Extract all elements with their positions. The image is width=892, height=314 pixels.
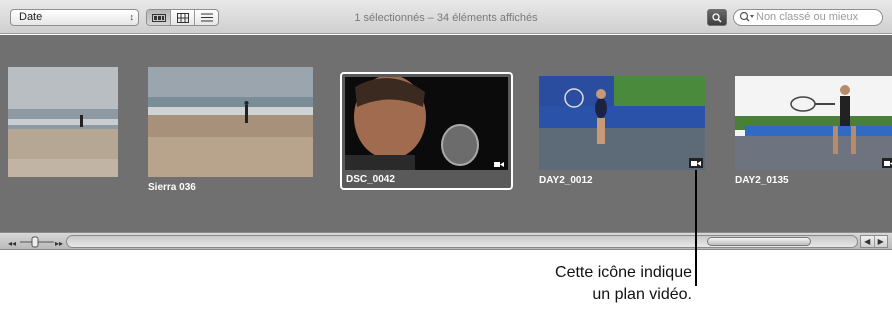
horizontal-scrollbar[interactable] bbox=[66, 235, 858, 248]
search-placeholder: Non classé ou mieux bbox=[756, 11, 859, 23]
video-camera-icon bbox=[494, 161, 504, 167]
video-camera-icon bbox=[884, 160, 892, 166]
clip-browser: Sierra 036 DSC_0042 DAY2_0012 DAY2_0135 bbox=[0, 35, 892, 232]
tennis-forehand-thumbnail bbox=[735, 76, 892, 170]
video-badge bbox=[689, 158, 703, 168]
beach-thumbnail bbox=[8, 67, 118, 177]
scroll-arrows[interactable]: ◀ ▶ bbox=[860, 235, 888, 248]
magnifier-icon bbox=[712, 12, 722, 23]
clip-name: DAY2_0012 bbox=[539, 175, 593, 186]
video-badge bbox=[492, 159, 506, 169]
clip-thumbnail[interactable] bbox=[8, 67, 118, 177]
callout-line-2: un plan vidéo. bbox=[592, 286, 692, 303]
tennis-portrait-thumbnail bbox=[345, 77, 508, 170]
zoom-slider[interactable]: ◂◂ ▸▸ bbox=[8, 236, 68, 248]
search-icon bbox=[739, 11, 754, 22]
tennis-serve-thumbnail bbox=[539, 76, 705, 170]
clip-name: Sierra 036 bbox=[148, 182, 196, 193]
clip-thumbnail[interactable] bbox=[148, 67, 313, 177]
clip-thumbnail-selected[interactable]: DSC_0042 bbox=[340, 72, 513, 190]
callout-line bbox=[695, 170, 697, 286]
clip-name: DSC_0042 bbox=[346, 174, 395, 185]
video-camera-icon bbox=[691, 160, 701, 166]
clip-name: DAY2_0135 bbox=[735, 175, 789, 186]
svg-text:◂◂: ◂◂ bbox=[8, 239, 16, 248]
beach-runner-thumbnail bbox=[148, 67, 313, 177]
scroll-left-arrow-icon[interactable]: ◀ bbox=[861, 236, 875, 247]
svg-text:▸▸: ▸▸ bbox=[55, 239, 63, 248]
callout-line-1: Cette icône indique bbox=[555, 264, 692, 281]
photo-browser-window: Date ↕ 1 sélectionnés – 34 éléments affi… bbox=[0, 0, 892, 250]
toolbar: Date ↕ 1 sélectionnés – 34 éléments affi… bbox=[0, 0, 892, 34]
preview-button[interactable] bbox=[707, 9, 727, 26]
search-field[interactable]: Non classé ou mieux bbox=[733, 9, 883, 26]
clip-thumbnail[interactable] bbox=[539, 76, 705, 170]
scroll-thumb[interactable] bbox=[707, 237, 811, 246]
video-badge bbox=[882, 158, 892, 168]
callout-caption: Cette icône indique un plan vidéo. bbox=[480, 262, 692, 306]
scroll-right-arrow-icon[interactable]: ▶ bbox=[875, 236, 888, 247]
bottom-bar: ◂◂ ▸▸ ◀ ▶ bbox=[0, 232, 892, 250]
clip-thumbnail[interactable] bbox=[735, 76, 892, 170]
